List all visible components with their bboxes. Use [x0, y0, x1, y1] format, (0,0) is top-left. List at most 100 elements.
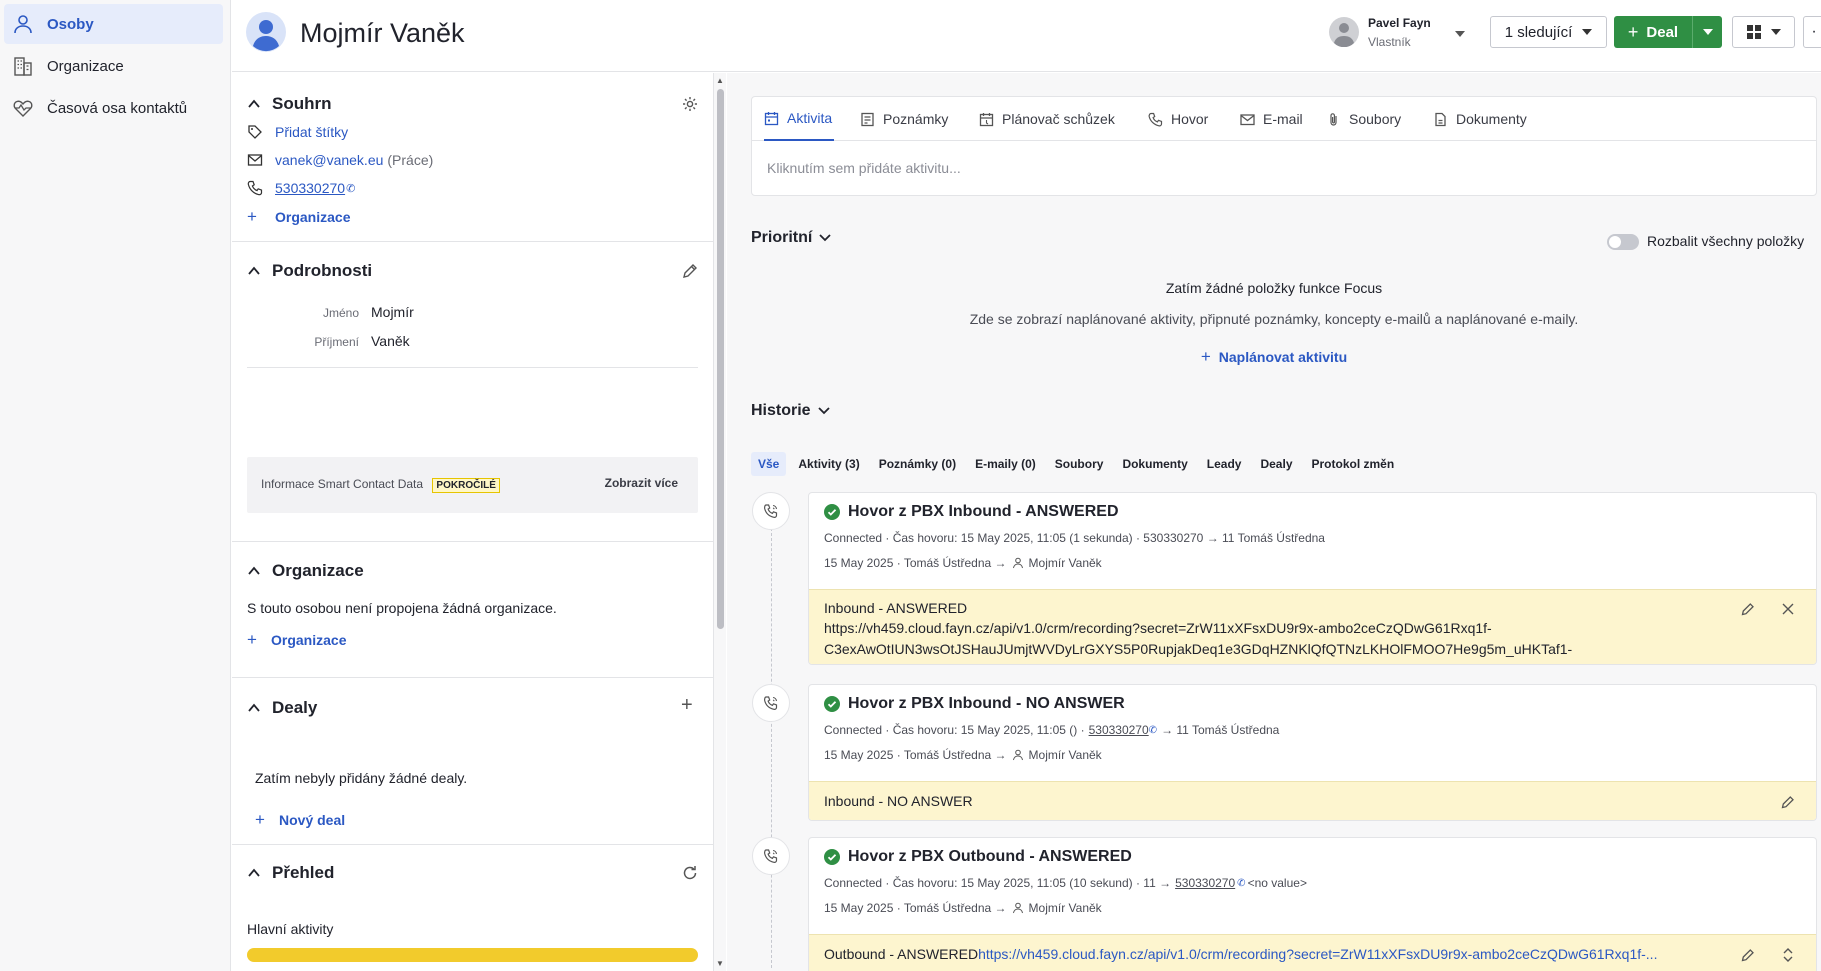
check-circle-icon[interactable] — [824, 849, 840, 865]
history-item-title-row: Hovor z PBX Inbound - NO ANSWER — [824, 695, 1125, 713]
scrollbar-thumb[interactable] — [717, 89, 724, 629]
check-circle-icon[interactable] — [824, 696, 840, 712]
tab-call[interactable]: Hovor — [1148, 97, 1208, 141]
show-more-link[interactable]: Zobrazit více — [605, 476, 678, 490]
close-icon[interactable] — [1780, 601, 1796, 617]
new-deal-row[interactable]: + Nový deal — [255, 810, 345, 830]
recording-link[interactable]: https://vh459.cloud.fayn.cz/api/v1.0/crm… — [978, 946, 1657, 962]
summary-header[interactable]: Souhrn — [247, 93, 332, 115]
last-name-value[interactable]: Vaněk — [371, 333, 410, 349]
deals-header[interactable]: Dealy — [247, 697, 317, 719]
first-name-value[interactable]: Mojmír — [371, 304, 414, 320]
note-title: Outbound - ANSWERED — [824, 946, 979, 962]
history-item-title[interactable]: Hovor z PBX Outbound - ANSWERED — [848, 848, 1132, 866]
filter-emails[interactable]: E-maily (0) — [968, 452, 1043, 476]
add-tags-link[interactable]: Přidat štítky — [275, 124, 348, 140]
gear-icon[interactable] — [681, 95, 699, 113]
phone-link[interactable]: 530330270 — [1175, 876, 1235, 890]
history-item-participants: 15 May 2025 · Tomáš Ústředna → Mojmír Va… — [824, 901, 1102, 915]
note-title: Inbound - ANSWERED — [824, 600, 968, 616]
more-button[interactable]: · — [1803, 16, 1821, 48]
sidebar-scrollbar[interactable]: ▲ ▼ — [713, 73, 726, 971]
add-deal-menu-button[interactable] — [1692, 16, 1722, 48]
call-icon[interactable]: ✆ — [1237, 878, 1245, 889]
pencil-icon[interactable] — [681, 262, 699, 280]
add-organization-row[interactable]: + Organizace — [247, 207, 350, 227]
focus-empty-title: Zatím žádné položky funkce Focus — [1165, 280, 1383, 296]
followers-button[interactable]: 1 sledující — [1490, 16, 1607, 48]
filter-deals[interactable]: Dealy — [1253, 452, 1299, 476]
filter-all[interactable]: Vše — [751, 452, 787, 476]
email-link[interactable]: vanek@vanek.eu — [275, 152, 383, 168]
meta-person[interactable]: Mojmír Vaněk — [1029, 901, 1102, 915]
organization-header[interactable]: Organizace — [247, 560, 364, 582]
filter-notes[interactable]: Poznámky (0) — [872, 452, 963, 476]
history-item-title[interactable]: Hovor z PBX Inbound - ANSWERED — [848, 503, 1119, 521]
nav-item-osoby[interactable]: Osoby — [4, 4, 223, 44]
refresh-icon[interactable] — [681, 864, 699, 882]
filter-activities[interactable]: Aktivity (3) — [791, 452, 866, 476]
scroll-up-icon[interactable]: ▲ — [716, 76, 724, 85]
owner-role: Vlastník — [1368, 35, 1411, 49]
deals-empty: Zatím nebyly přidány žádné dealy. — [255, 770, 468, 786]
scroll-down-icon[interactable]: ▼ — [716, 959, 724, 968]
meta-person[interactable]: Mojmír Vaněk — [1029, 556, 1102, 570]
activity-input[interactable]: Kliknutím sem přidáte aktivitu... — [767, 160, 961, 176]
call-icon[interactable]: ✆ — [346, 182, 355, 195]
recording-link[interactable]: https://vh459.cloud.fayn.cz/api/v1.0/crm… — [824, 620, 1492, 636]
schedule-activity-link[interactable]: + Naplánovat aktivitu — [1201, 347, 1347, 366]
tab-documents[interactable]: Dokumenty — [1433, 97, 1527, 141]
overview-header[interactable]: Přehled — [247, 862, 334, 884]
person-icon — [14, 15, 32, 34]
owner-name[interactable]: Pavel Fayn — [1368, 16, 1431, 30]
heart-pulse-icon — [13, 100, 33, 117]
plus-icon[interactable]: + — [681, 694, 693, 717]
meta-person[interactable]: Mojmír Vaněk — [1029, 748, 1102, 762]
tab-notes[interactable]: Poznámky — [860, 97, 948, 141]
tab-email[interactable]: E-mail — [1240, 97, 1303, 141]
history-item-title[interactable]: Hovor z PBX Inbound - NO ANSWER — [848, 695, 1125, 713]
smart-contact-data: Informace Smart Contact Data POKROČILÉ Z… — [247, 457, 698, 513]
chevron-up-icon — [248, 566, 260, 575]
view-switch-button[interactable] — [1732, 16, 1795, 48]
tab-files[interactable]: Soubory — [1326, 97, 1401, 141]
new-deal-link[interactable]: Nový deal — [279, 812, 345, 828]
owner-avatar[interactable] — [1329, 17, 1359, 47]
details-header[interactable]: Podrobnosti — [247, 260, 372, 282]
tab-label: Dokumenty — [1456, 111, 1527, 127]
tab-scheduler[interactable]: Plánovač schůzek — [979, 97, 1115, 141]
nav-label: Organizace — [47, 57, 124, 75]
pencil-icon[interactable] — [1740, 947, 1756, 963]
schedule-activity-row: + Naplánovat aktivitu — [727, 347, 1821, 367]
tab-activity[interactable]: Aktivita — [764, 97, 835, 141]
filter-changelog[interactable]: Protokol změn — [1305, 452, 1402, 476]
grid-icon — [1746, 25, 1761, 39]
filter-documents[interactable]: Dokumenty — [1115, 452, 1194, 476]
call-icon[interactable]: ✆ — [1149, 725, 1157, 736]
phone-link[interactable]: 530330270 — [275, 180, 345, 196]
add-organization-link[interactable]: Organizace — [275, 209, 350, 225]
history-header[interactable]: Historie — [751, 402, 831, 420]
add-deal-button[interactable]: + Deal — [1614, 16, 1692, 48]
recording-link-cont[interactable]: C3exAwOtIUN3wsOtJSHauJUmjtWVDyLrGXYS5P0R… — [824, 641, 1572, 657]
pencil-icon[interactable] — [1780, 794, 1796, 810]
pencil-icon[interactable] — [1740, 601, 1756, 617]
add-organization-row[interactable]: + Organizace — [247, 630, 346, 650]
organization-title: Organizace — [272, 561, 364, 580]
filter-leads[interactable]: Leady — [1200, 452, 1249, 476]
expand-icon[interactable] — [1780, 947, 1796, 963]
nav-item-organizace[interactable]: Organizace — [4, 46, 223, 86]
tab-label: Plánovač schůzek — [1002, 111, 1115, 127]
chevron-down-icon — [1770, 29, 1781, 35]
phone-link[interactable]: 530330270 — [1089, 723, 1149, 737]
expand-all-toggle[interactable] — [1607, 234, 1639, 250]
call-note: Outbound - ANSWEREDhttps://vh459.cloud.f… — [809, 934, 1816, 971]
add-tags-row[interactable]: Přidat štítky — [247, 124, 348, 140]
nav-item-timeline[interactable]: Časová osa kontaktů — [4, 88, 223, 128]
chevron-down-icon[interactable] — [1454, 29, 1466, 39]
add-organization-link[interactable]: Organizace — [271, 632, 346, 648]
check-circle-icon[interactable] — [824, 504, 840, 520]
focus-header[interactable]: Prioritní — [751, 229, 832, 247]
filter-files[interactable]: Soubory — [1048, 452, 1111, 476]
phone-row: 530330270 ✆ — [247, 180, 355, 196]
